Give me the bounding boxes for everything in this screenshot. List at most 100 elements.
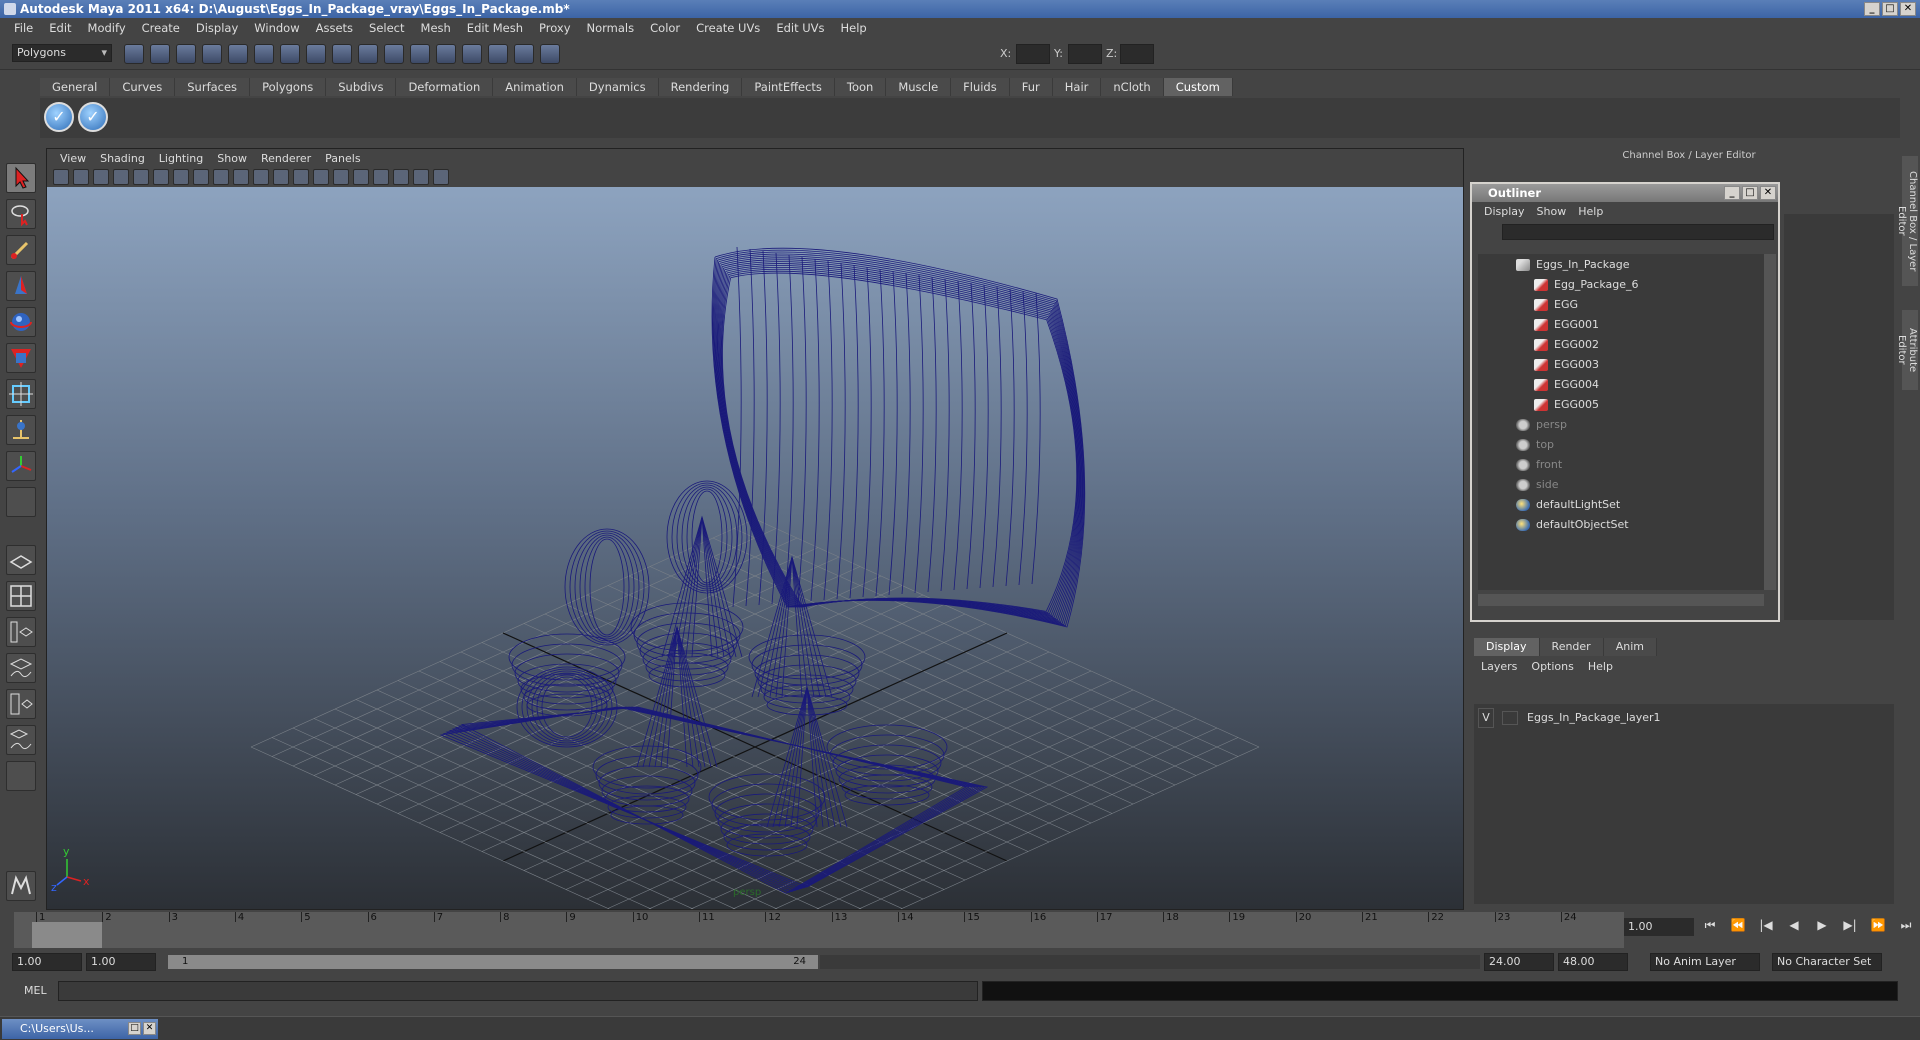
outliner-maximize-button[interactable]: □ [1742, 186, 1758, 200]
film-gate-icon[interactable] [153, 169, 169, 185]
outliner-item[interactable]: EGG002 [1534, 336, 1599, 354]
close-button[interactable]: ✕ [1900, 2, 1916, 16]
outliner-menu-show[interactable]: Show [1531, 205, 1573, 218]
layer-menu-help[interactable]: Help [1581, 658, 1620, 676]
mel-command-input[interactable] [58, 981, 978, 1001]
viewport-menu-renderer[interactable]: Renderer [254, 152, 318, 165]
hud-icon[interactable] [353, 169, 369, 185]
snap-point-icon[interactable] [332, 44, 352, 64]
open-scene-icon[interactable] [150, 44, 170, 64]
current-frame-marker[interactable] [32, 922, 102, 948]
outliner-item[interactable]: EGG [1534, 296, 1578, 314]
field-chart-icon[interactable] [413, 169, 429, 185]
layout-persp-graph-outliner[interactable] [6, 725, 36, 755]
xray-icon[interactable] [313, 169, 329, 185]
snap-grid-icon[interactable] [280, 44, 300, 64]
menu-window[interactable]: Window [246, 21, 307, 35]
layout-persp-graph[interactable] [6, 653, 36, 683]
shelf-tab-general[interactable]: General [40, 78, 111, 96]
range-slider-bar[interactable]: 1 24 [168, 955, 818, 969]
layer-tab-display[interactable]: Display [1474, 638, 1540, 656]
viewport-menu-lighting[interactable]: Lighting [152, 152, 210, 165]
viewport-menu-view[interactable]: View [53, 152, 93, 165]
shelf-tab-polygons[interactable]: Polygons [250, 78, 327, 96]
shelf-check-button-2[interactable]: ✓ [78, 102, 108, 132]
textured-icon[interactable] [233, 169, 249, 185]
outliner-minimize-button[interactable]: _ [1724, 186, 1740, 200]
viewport-menu-panels[interactable]: Panels [318, 152, 367, 165]
all-lights-icon[interactable] [273, 169, 289, 185]
shelf-tab-subdivs[interactable]: Subdivs [326, 78, 397, 96]
outliner-item[interactable]: persp [1516, 416, 1567, 434]
y-field[interactable] [1068, 44, 1102, 64]
shelf-tab-ncloth[interactable]: nCloth [1101, 78, 1164, 96]
camera-attributes-icon[interactable] [73, 169, 89, 185]
hypershade-icon[interactable] [514, 44, 534, 64]
input-ops-icon[interactable] [540, 44, 560, 64]
move-tool[interactable] [6, 271, 36, 301]
outliner-item[interactable]: Eggs_In_Package [1516, 256, 1629, 274]
outliner-close-button[interactable]: ✕ [1760, 186, 1776, 200]
step-forward-key-button[interactable]: ⏩ [1868, 918, 1888, 933]
layer-type-toggle[interactable] [1501, 711, 1518, 725]
gate-mask-icon[interactable] [393, 169, 409, 185]
last-used-tool[interactable] [6, 487, 36, 517]
x-field[interactable] [1016, 44, 1050, 64]
shelf-tab-rendering[interactable]: Rendering [658, 78, 743, 96]
shelf-tab-muscle[interactable]: Muscle [886, 78, 952, 96]
menu-mesh[interactable]: Mesh [413, 21, 459, 35]
show-manipulator-tool[interactable] [6, 451, 36, 481]
layer-visibility-toggle[interactable]: V [1478, 708, 1494, 728]
grid-toggle-icon[interactable] [133, 169, 149, 185]
universal-manipulator-tool[interactable] [6, 379, 36, 409]
shelf-check-button-1[interactable]: ✓ [44, 102, 74, 132]
outliner-horizontal-scrollbar[interactable] [1478, 594, 1764, 606]
shelf-tab-surfaces[interactable]: Surfaces [175, 78, 251, 96]
scale-tool[interactable] [6, 343, 36, 373]
save-scene-icon[interactable] [176, 44, 196, 64]
layout-hypershade[interactable] [6, 689, 36, 719]
step-back-frame-button[interactable]: |◀ [1756, 918, 1776, 933]
safe-action-icon[interactable] [433, 169, 449, 185]
menu-edit-uvs[interactable]: Edit UVs [768, 21, 832, 35]
shelf-tab-deformation[interactable]: Deformation [396, 78, 494, 96]
play-forwards-button[interactable]: ▶ [1812, 918, 1832, 933]
play-backwards-button[interactable]: ◀ [1784, 918, 1804, 933]
snap-plane-icon[interactable] [358, 44, 378, 64]
character-set-dropdown[interactable]: No Character Set [1772, 953, 1882, 971]
step-forward-frame-button[interactable]: ▶| [1840, 918, 1860, 933]
menu-edit[interactable]: Edit [41, 21, 79, 35]
layer-tab-anim[interactable]: Anim [1603, 638, 1657, 656]
select-camera-icon[interactable] [53, 169, 69, 185]
layer-tab-render[interactable]: Render [1539, 638, 1604, 656]
step-back-key-button[interactable]: ⏪ [1728, 918, 1748, 933]
layer-row[interactable]: V Eggs_In_Package_layer1 [1478, 708, 1890, 728]
smooth-shade-icon[interactable] [193, 169, 209, 185]
playback-end-field[interactable]: 24.00 [1484, 953, 1554, 971]
shelf-tab-fur[interactable]: Fur [1009, 78, 1053, 96]
layout-persp-outliner[interactable] [6, 617, 36, 647]
menu-assets[interactable]: Assets [308, 21, 361, 35]
paint-select-tool[interactable] [6, 235, 36, 265]
minimize-button[interactable]: _ [1864, 2, 1880, 16]
snap-surface-icon[interactable] [384, 44, 404, 64]
shelf-tab-animation[interactable]: Animation [493, 78, 577, 96]
layout-dropdown[interactable] [6, 761, 36, 791]
shelf-tab-fluids[interactable]: Fluids [951, 78, 1010, 96]
layout-single-pane[interactable] [6, 545, 36, 575]
snap-curve-icon[interactable] [306, 44, 326, 64]
select-component-icon[interactable] [254, 44, 274, 64]
isolate-select-icon[interactable] [333, 169, 349, 185]
menu-create-uvs[interactable]: Create UVs [688, 21, 768, 35]
z-field[interactable] [1120, 44, 1154, 64]
rotate-tool[interactable] [6, 307, 36, 337]
menu-normals[interactable]: Normals [579, 21, 643, 35]
viewport-menu-show[interactable]: Show [210, 152, 254, 165]
render-settings-icon[interactable] [488, 44, 508, 64]
outliner-item[interactable]: EGG003 [1534, 356, 1599, 374]
soft-mod-tool[interactable] [6, 415, 36, 445]
shelf-tab-curves[interactable]: Curves [110, 78, 176, 96]
resolution-gate-icon[interactable] [373, 169, 389, 185]
shelf-tab-toon[interactable]: Toon [834, 78, 887, 96]
menu-create[interactable]: Create [134, 21, 188, 35]
